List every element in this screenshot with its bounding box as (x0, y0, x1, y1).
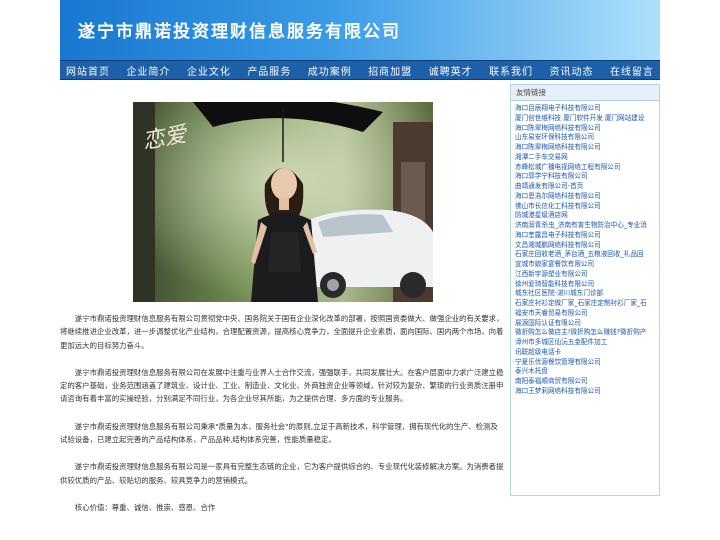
friend-link[interactable]: 宣城市娘家宴餐饮有限公司 (515, 260, 657, 270)
friend-link[interactable]: 赤峰松城广播电视网络工程有限公司 (515, 163, 657, 173)
site-title: 遂宁市鼎诺投资理财信息服务有限公司 (78, 22, 401, 42)
friend-link[interactable]: 文昌湘城鹏网络科技有限公司 (515, 241, 657, 251)
friend-link[interactable]: 江西新宇源塑业有限公司 (515, 270, 657, 280)
friend-link[interactable]: 漳州市多城区仙沅五金配件加工 (515, 338, 657, 348)
hero-photo: 恋爱 (133, 102, 433, 302)
friend-link[interactable]: 佛山市长信化工科技有限公司 (515, 202, 657, 212)
nav-item-message[interactable]: 在线留言 (610, 63, 654, 78)
friend-links-title: 友情链接 (511, 85, 659, 101)
friend-link[interactable]: 石家庄衬衫定做厂家_石家庄定制衬衫厂家_石 (515, 299, 657, 309)
friend-link[interactable]: 徐州爱琦智能科技有限公司 (515, 280, 657, 290)
friend-link[interactable]: 湘潭二手车交易网 (515, 153, 657, 163)
intro-paragraph: 遂宁市鼎诺投资理财信息服务有限公司是一家具有完整生态链的企业，它为客户提供综合的… (60, 462, 504, 485)
nav-item-home[interactable]: 网站首页 (66, 63, 110, 78)
friend-link[interactable]: 城东社区医院-湛川城东门诊部 (515, 289, 657, 299)
friend-link[interactable]: 曲靖通发有限公司-首页 (515, 182, 657, 192)
nav-item-jobs[interactable]: 诚聘英才 (429, 63, 473, 78)
friend-link[interactable]: 泰兴木托盘 (515, 367, 657, 377)
friend-link[interactable]: 海口陈翠梅网络科技有限公司 (515, 124, 657, 134)
intro-paragraph: 遂宁市鼎诺投资理财信息服务有限公司秉承"质量为本，服务社会"的原则,立足于高新技… (60, 421, 498, 445)
nav-item-franchise[interactable]: 招商加盟 (368, 63, 412, 78)
friend-link[interactable]: 海口恩浩尔网络科技有限公司 (515, 192, 657, 202)
friend-link[interactable]: 宁夏乐优源餐饮管理有限公司 (515, 358, 657, 368)
friend-link[interactable]: 济南润青杀虫_济南有害生物防治中心_专业消 (515, 221, 657, 231)
core-values: 核心价值：尊重、诚信、推崇、感恩、合作 (74, 502, 216, 512)
friend-link[interactable]: 山东易安环保科技有限公司 (515, 133, 657, 143)
friend-link[interactable]: 海口奎露昌电子科技有限公司 (515, 231, 657, 241)
nav-item-about[interactable]: 企业简介 (126, 63, 170, 78)
friend-link[interactable]: 厦门创世维科技 厦门软件开发 厦门网站建设 (515, 114, 657, 124)
friend-link[interactable]: 石家庄回收老酒_茅台酒_五粮液回收_礼品回 (515, 250, 657, 260)
nav-item-contact[interactable]: 联系我们 (489, 63, 533, 78)
company-intro: 遂宁市鼎诺投资理财信息服务有限公司贯彻党中央、国务院关于国有企业深化改革的部署，… (60, 312, 505, 528)
friend-link[interactable]: 海口郭学宁科技有限公司 (515, 172, 657, 182)
nav-item-products[interactable]: 产品服务 (247, 63, 291, 78)
friend-link[interactable]: 福安市天睿贸易有限公司 (515, 309, 657, 319)
friend-links-list: 海口目辰翔电子科技有限公司 厦门创世维科技 厦门软件开发 厦门网站建设 海口陈翠梅网… (511, 101, 659, 397)
main-nav: 网站首页 企业简介 企业文化 产品服务 成功案例 招商加盟 诚聘英才 联系我们 … (60, 60, 660, 80)
intro-paragraph: 遂宁市鼎诺投资理财信息服务有限公司贯彻党中央、国务院关于国有企业深化改革的部署，… (60, 314, 504, 350)
intro-paragraph: 遂宁市鼎诺投资理财信息服务有限公司在发展中注重与业界人士合作交流，强强联手，共同… (60, 367, 504, 404)
nav-item-news[interactable]: 资讯动态 (550, 63, 594, 78)
friend-link[interactable]: 海口目辰翔电子科技有限公司 (515, 104, 657, 114)
friend-link[interactable]: 微折购怎么做店主!微折购怎么赚钱?微折购产 (515, 328, 657, 338)
nav-item-cases[interactable]: 成功案例 (308, 63, 352, 78)
friend-link[interactable]: 讯联超级电话卡 (515, 348, 657, 358)
nav-item-culture[interactable]: 企业文化 (187, 63, 231, 78)
friend-link[interactable]: 南阳泰福顺商贸有限公司 (515, 377, 657, 387)
site-header: 遂宁市鼎诺投资理财信息服务有限公司 (60, 0, 660, 60)
friend-link[interactable]: 海口王梦莉网络科技有限公司 (515, 387, 657, 397)
friend-links-panel: 友情链接 海口目辰翔电子科技有限公司 厦门创世维科技 厦门软件开发 厦门网站建设海… (510, 84, 660, 496)
friend-link[interactable]: 海口陈翠梅网络科技有限公司 (515, 143, 657, 153)
friend-link[interactable]: 展源国际认证有限公司 (515, 319, 657, 329)
friend-link[interactable]: 防城港星级酒店网 (515, 211, 657, 221)
